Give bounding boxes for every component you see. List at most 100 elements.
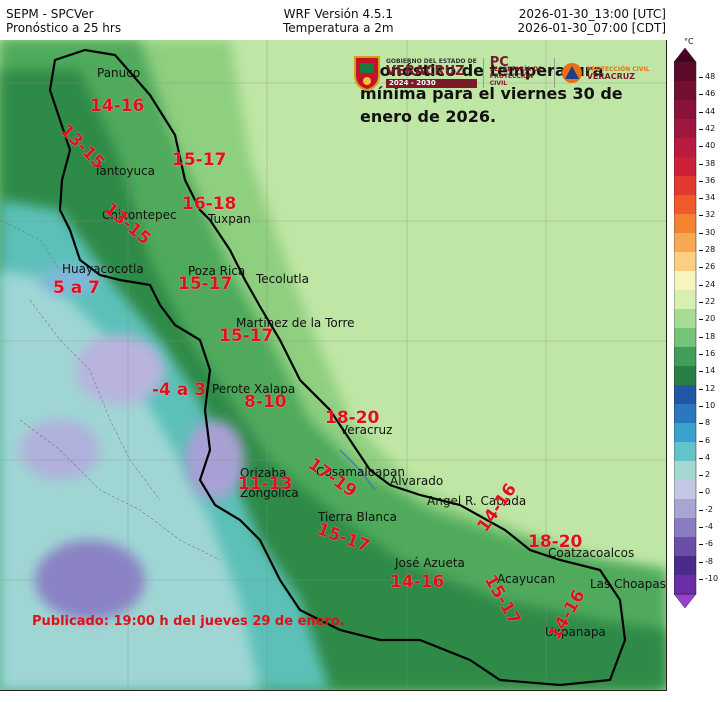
colorbar-segment	[674, 518, 696, 537]
colorbar-segment	[674, 138, 696, 157]
colorbar-segment	[674, 366, 696, 385]
range-coatzacoalcos: 18-20	[528, 532, 583, 552]
colorbar-segment	[674, 461, 696, 480]
colorbar-tick-label: 32	[705, 210, 716, 220]
colorbar-segment	[674, 271, 696, 290]
colorbar-tick-label: 24	[705, 279, 716, 289]
colorbar-segment	[674, 328, 696, 347]
range-tuxpan-north: 15-17	[172, 150, 227, 170]
colorbar-tick-mark	[699, 405, 703, 407]
colorbar-segment	[674, 233, 696, 252]
colorbar-segment	[674, 404, 696, 423]
coat-of-arms-icon	[354, 56, 380, 91]
colorbar-max-arrow	[674, 48, 697, 63]
map-canvas	[0, 40, 666, 690]
place-tantoyuca: Tantoyuca	[94, 164, 156, 178]
colorbar-segment	[674, 176, 696, 195]
colorbar-segment	[674, 119, 696, 138]
colorbar-tick-label: 30	[705, 227, 716, 237]
colorbar-segment	[674, 195, 696, 214]
colorbar-tick-mark	[699, 111, 703, 113]
place-tuxpan: Tuxpan	[208, 212, 251, 226]
colorbar-tick-label: 46	[705, 89, 716, 99]
range-veracruz: 18-20	[325, 408, 380, 428]
place-alvarado: Alvarado	[390, 474, 444, 488]
colorbar-tick-mark	[699, 579, 703, 580]
range-orizaba: 11-13	[238, 474, 293, 494]
gov-big-text: VERACRUZ	[386, 64, 465, 79]
colorbar-tick-label: 0	[705, 487, 711, 497]
range-jose-azueta: 14-16	[390, 572, 445, 592]
map-frame: Panuco Tantoyuca Chicontepec Tuxpan Huay…	[0, 40, 667, 691]
colorbar-tick-mark	[699, 77, 703, 78]
range-panuco: 14-16	[90, 96, 145, 116]
colorbar-tick-label: 10	[705, 400, 716, 410]
colorbar-segment	[674, 385, 696, 404]
colorbar-tick-mark	[699, 302, 703, 304]
colorbar-tick-label: 36	[705, 175, 716, 185]
colorbar-tick-mark	[699, 440, 703, 442]
logo-divider	[553, 58, 555, 88]
colorbar-segment	[674, 499, 696, 518]
colorbar-segment	[674, 537, 696, 556]
colorbar-tick-label: -8	[705, 556, 713, 566]
colorbar-tick-mark	[699, 544, 703, 546]
colorbar-tick-mark	[699, 94, 703, 96]
colorbar-tick-label: 18	[705, 331, 716, 341]
colorbar-segment	[674, 214, 696, 233]
colorbar-tick-label: 26	[705, 262, 716, 272]
colorbar-tick-mark	[699, 128, 703, 130]
colorbar-segment	[674, 442, 696, 461]
header-right: 2026-01-30_13:00 [UTC] 2026-01-30_07:00 …	[518, 7, 666, 35]
pcv-logo: PROTECCIÓN CIVIL VERACRUZ	[561, 62, 650, 84]
colorbar-tick-mark	[699, 198, 703, 200]
colorbar-tick-label: 28	[705, 245, 716, 255]
logo-divider	[482, 58, 484, 88]
colorbar-segment	[674, 480, 696, 499]
colorbar-tick-label: 14	[705, 366, 716, 376]
colorbar-tick-label: 6	[705, 435, 711, 445]
colorbar-tick-label: 38	[705, 158, 716, 168]
place-las-choapas: Las Choapas	[590, 577, 667, 591]
colorbar-segment	[674, 556, 696, 575]
colorbar-tick-mark	[699, 180, 703, 182]
header-forecast-horizon: Pronóstico a 25 hrs	[6, 21, 122, 35]
published-note: Publicado: 19:00 h del jueves 29 de ener…	[32, 614, 345, 629]
gov-years-text: 2024 - 2030	[386, 79, 477, 88]
colorbar-tick-mark	[699, 319, 703, 321]
colorbar-tick-label: 12	[705, 383, 716, 393]
colorbar-tick-label: 20	[705, 314, 716, 324]
colorbar-tick-mark	[699, 353, 703, 355]
place-tecolutla: Tecolutla	[256, 272, 309, 286]
colorbar-tick-mark	[699, 492, 703, 494]
header-org: SEPM - SPCVer	[6, 7, 94, 21]
colorbar-tick-mark	[699, 509, 703, 511]
header-model: WRF Versión 4.5.1	[283, 7, 393, 21]
pc-logo: PC SECRETARÍA DE PROTECCIÓN CIVIL	[490, 56, 548, 87]
range-martinez: 15-17	[219, 326, 274, 346]
colorbar-segment	[674, 81, 696, 100]
colorbar-tick-mark	[699, 250, 703, 252]
colorbar-min-arrow	[674, 593, 697, 609]
colorbar-tick-label: 40	[705, 141, 716, 151]
header-center: WRF Versión 4.5.1 Temperatura a 2m	[283, 7, 394, 35]
colorbar-segment	[674, 309, 696, 328]
colorbar-segment	[674, 575, 696, 594]
colorbar-tick-mark	[699, 232, 703, 234]
colorbar-tick-mark	[699, 475, 703, 477]
colorbar-tick-label: 48	[705, 72, 716, 81]
colorbar-tick-label: -10	[705, 574, 719, 583]
colorbar-tick-label: -6	[705, 539, 713, 549]
colorbar-tick-mark	[699, 284, 703, 286]
colorbar-tick-label: -2	[705, 504, 713, 514]
colorbar-segment	[674, 252, 696, 271]
colorbar-unit: °C	[684, 37, 694, 46]
header-left: SEPM - SPCVer Pronóstico a 25 hrs	[6, 7, 121, 35]
place-panuco: Panuco	[97, 66, 141, 80]
colorbar-tick-label: 42	[705, 123, 716, 133]
logo-strip: GOBIERNO DEL ESTADO DE VERACRUZ 2024 - 2…	[352, 50, 652, 96]
gov-logo: GOBIERNO DEL ESTADO DE VERACRUZ 2024 - 2…	[352, 55, 477, 91]
colorbar-segment	[674, 157, 696, 176]
colorbar-tick-mark	[699, 146, 703, 148]
place-jose-azueta: José Azueta	[395, 556, 465, 570]
